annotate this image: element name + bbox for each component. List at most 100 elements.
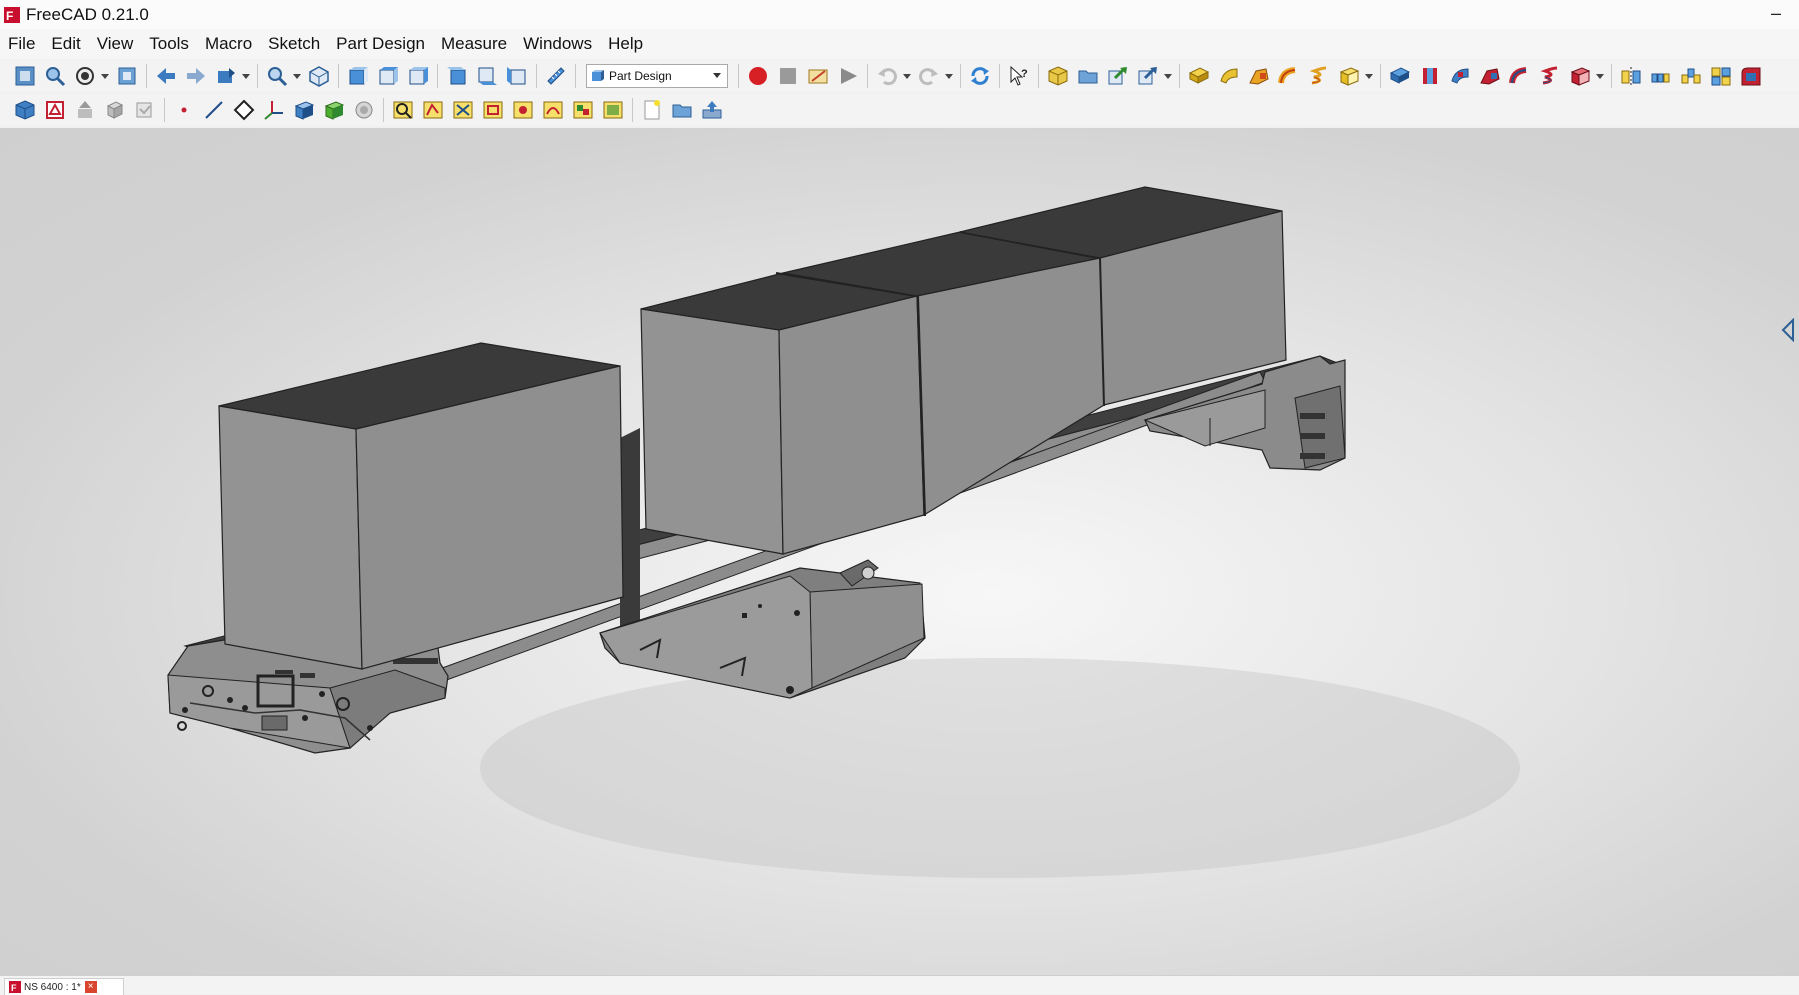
container-middle-left [640,272,925,555]
fit-selection-icon[interactable] [42,63,68,89]
create-group-icon[interactable] [1075,63,1101,89]
toolbar-separator [1611,64,1612,88]
macro-stop-icon[interactable] [775,63,801,89]
menu-macro[interactable]: Macro [197,29,260,59]
document-tab[interactable]: F NS 6400 : 1* × [4,978,124,995]
sub-shape-binder-icon[interactable] [291,97,317,123]
menu-edit[interactable]: Edit [43,29,88,59]
local-coordinate-system-icon[interactable] [261,97,287,123]
open-document-icon[interactable] [669,97,695,123]
shape-binder-icon[interactable] [102,97,128,123]
polar-pattern-icon[interactable] [1678,63,1704,89]
clone-grey-icon[interactable] [351,97,377,123]
multitransform-icon[interactable] [1708,63,1734,89]
whats-this-icon[interactable]: ? [1006,63,1032,89]
menu-measure[interactable]: Measure [433,29,515,59]
macro-execute-icon[interactable] [835,63,861,89]
bottom-view-icon[interactable] [474,63,500,89]
redo-icon[interactable] [916,63,942,89]
toolbar-separator [536,64,537,88]
create-body-icon[interactable] [1045,63,1071,89]
draw-style-icon[interactable] [72,63,98,89]
back-icon[interactable] [153,63,179,89]
clone-icon[interactable] [132,97,158,123]
menu-windows[interactable]: Windows [515,29,600,59]
save-document-icon[interactable] [699,97,725,123]
map-sketch-icon[interactable] [420,97,446,123]
datum-line-icon[interactable] [201,97,227,123]
isometric-view-icon[interactable] [306,63,332,89]
left-view-icon[interactable] [504,63,530,89]
measure-icon[interactable] [543,63,569,89]
close-tab-icon[interactable]: × [84,981,97,993]
rear-view-icon[interactable] [444,63,470,89]
datum-point-icon[interactable] [171,97,197,123]
create-body-icon[interactable] [12,97,38,123]
forward-icon[interactable] [183,63,209,89]
link-actions-dropdown[interactable] [1163,63,1173,89]
groove-icon[interactable] [1447,63,1473,89]
draw-style-dropdown[interactable] [100,63,110,89]
view-sketch-icon[interactable] [390,97,416,123]
freecad-logo-icon: F [4,6,20,23]
refresh-icon[interactable] [967,63,993,89]
menu-sketch[interactable]: Sketch [260,29,328,59]
workbench-selector[interactable]: Part Design [586,64,728,88]
additive-pipe-icon[interactable] [1276,63,1302,89]
create-link-icon[interactable] [1105,63,1131,89]
undo-icon[interactable] [874,63,900,89]
menu-view[interactable]: View [89,29,142,59]
additive-helix-icon[interactable] [1306,63,1332,89]
reorient-sketch-icon[interactable] [540,97,566,123]
menu-help[interactable]: Help [600,29,651,59]
fillet-icon[interactable] [1738,63,1764,89]
macro-record-icon[interactable] [745,63,771,89]
right-view-icon[interactable] [405,63,431,89]
window-title: FreeCAD 0.21.0 [26,4,149,24]
create-sketch-alt-icon[interactable] [480,97,506,123]
mirrored-icon[interactable] [1618,63,1644,89]
fit-all-icon[interactable] [12,63,38,89]
sync-view-dropdown[interactable] [241,63,251,89]
chevron-down-icon [713,73,721,78]
front-view-icon[interactable] [345,63,371,89]
sync-view-icon[interactable] [213,63,239,89]
subtractive-primitive-dropdown[interactable] [1595,63,1605,89]
subtractive-helix-icon[interactable] [1537,63,1563,89]
macro-edit-icon[interactable] [805,63,831,89]
edit-sketch-icon[interactable] [510,97,536,123]
mirror-sketch-icon[interactable] [600,97,626,123]
panel-collapse-arrow-icon[interactable] [1781,318,1797,342]
menu-tools[interactable]: Tools [141,29,197,59]
bounding-box-icon[interactable] [114,63,140,89]
redo-dropdown[interactable] [944,63,954,89]
additive-loft-icon[interactable] [1246,63,1272,89]
make-link-actions-icon[interactable] [1135,63,1161,89]
validate-sketch-icon[interactable] [72,97,98,123]
3d-viewport[interactable] [0,128,1799,975]
pocket-icon[interactable] [1387,63,1413,89]
create-sketch-icon[interactable] [42,97,68,123]
zoom-icon[interactable] [264,63,290,89]
linear-pattern-icon[interactable] [1648,63,1674,89]
merge-sketches-icon[interactable] [570,97,596,123]
datum-plane-icon[interactable] [231,97,257,123]
revolution-icon[interactable] [1216,63,1242,89]
shape-binder-green-icon[interactable] [321,97,347,123]
new-document-icon[interactable] [639,97,665,123]
minimize-button[interactable]: – [1753,0,1799,29]
sketch-to-body-icon[interactable] [450,97,476,123]
additive-primitive-icon[interactable] [1336,63,1362,89]
additive-primitive-dropdown[interactable] [1364,63,1374,89]
pad-icon[interactable] [1186,63,1212,89]
menu-bar: File Edit View Tools Macro Sketch Part D… [0,29,1799,59]
menu-file[interactable]: File [0,29,43,59]
subtractive-pipe-icon[interactable] [1507,63,1533,89]
subtractive-primitive-icon[interactable] [1567,63,1593,89]
top-view-icon[interactable] [375,63,401,89]
subtractive-loft-icon[interactable] [1477,63,1503,89]
zoom-dropdown[interactable] [292,63,302,89]
menu-part-design[interactable]: Part Design [328,29,433,59]
hole-icon[interactable] [1417,63,1443,89]
undo-dropdown[interactable] [902,63,912,89]
